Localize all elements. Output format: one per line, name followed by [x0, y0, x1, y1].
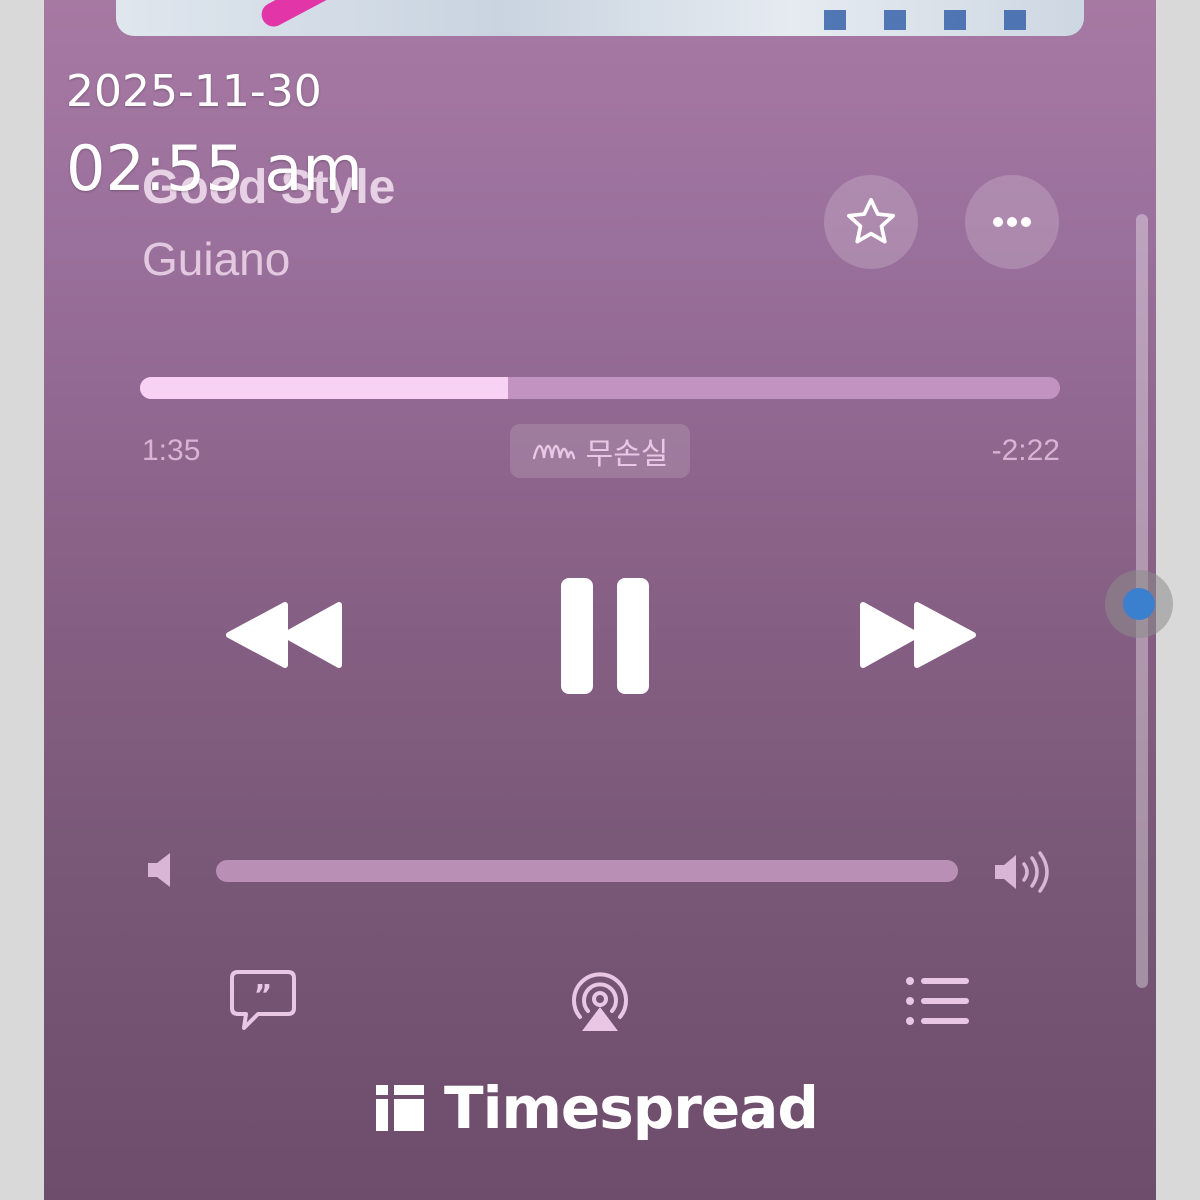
artwork-pattern [824, 10, 1044, 30]
volume-low-icon [144, 850, 180, 890]
svg-text:”: ” [254, 978, 272, 1011]
more-icon [993, 217, 1031, 227]
watermark-text: Timespread [444, 1074, 819, 1142]
overlay-time: 02:55 am [66, 132, 363, 205]
lyrics-icon: ” [230, 970, 296, 1030]
lyrics-button[interactable]: ” [225, 965, 301, 1037]
elapsed-time: 1:35 [142, 434, 201, 467]
volume-high-icon [992, 850, 1056, 894]
album-artwork[interactable] [116, 0, 1084, 36]
favorite-button[interactable] [824, 175, 918, 269]
watermark: Timespread [374, 1074, 819, 1142]
airplay-button[interactable] [562, 965, 638, 1037]
touch-indicator [1105, 570, 1173, 638]
star-icon [846, 197, 896, 244]
playback-progress-bar[interactable] [140, 377, 1060, 399]
queue-button[interactable] [900, 965, 976, 1037]
rewind-icon [226, 602, 342, 668]
overlay-date: 2025-11-30 [66, 66, 322, 117]
artist-name[interactable]: Guiano [142, 232, 290, 286]
forward-button[interactable] [852, 590, 982, 680]
progress-fill [140, 377, 508, 399]
now-playing-panel: Good Style Guiano 2025-11-30 02:55 am 1:… [44, 0, 1156, 1200]
more-options-button[interactable] [965, 175, 1059, 269]
touch-dot [1123, 588, 1155, 620]
timespread-logo-icon [376, 1085, 424, 1131]
artwork-streak [257, 0, 375, 31]
forward-icon [860, 602, 976, 668]
pause-icon [561, 578, 649, 694]
pause-button[interactable] [550, 575, 660, 697]
queue-icon [906, 977, 969, 1025]
lossless-badge[interactable]: 무손실 [510, 424, 690, 478]
lossless-label: 무손실 [585, 437, 669, 472]
volume-slider[interactable] [216, 860, 958, 882]
lossless-icon [532, 444, 575, 460]
rewind-button[interactable] [220, 590, 350, 680]
remaining-time: -2:22 [991, 434, 1060, 467]
airplay-icon [572, 972, 628, 1031]
